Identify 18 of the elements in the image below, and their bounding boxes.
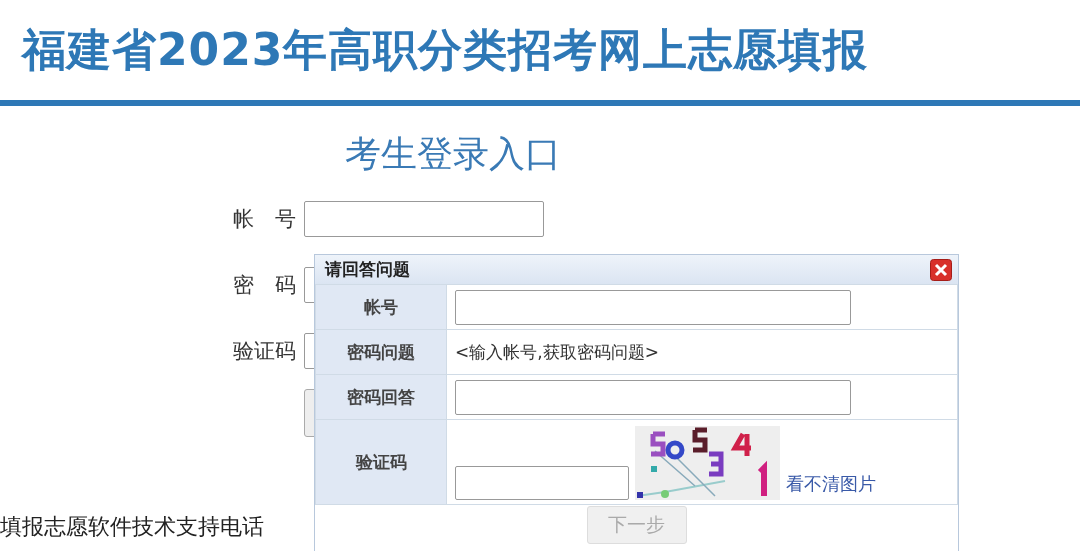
row-label: 密码问题	[315, 329, 447, 375]
dialog-title: 请回答问题	[325, 258, 410, 281]
input-field[interactable]	[304, 201, 544, 237]
page-title: 福建省2023年高职分类招考网上志愿填报	[22, 22, 869, 77]
field-label: 密 码	[232, 272, 297, 299]
input-field[interactable]	[455, 379, 851, 415]
field-label: 验证码	[232, 338, 297, 365]
refresh-captcha-link[interactable]: 看不清图片	[786, 472, 876, 496]
login-heading: 考生登录入口	[345, 132, 562, 176]
support-phone-label: 填报志愿软件技术支持电话	[0, 513, 264, 541]
password-question-text: <输入帐号,获取密码问题>	[455, 341, 659, 362]
close-icon[interactable]	[930, 258, 952, 281]
input-field[interactable]	[455, 289, 851, 325]
captcha-input[interactable]	[455, 466, 629, 500]
row-label: 帐号	[315, 284, 447, 330]
row-label: 验证码	[315, 419, 447, 505]
row-label: 密码回答	[315, 374, 447, 420]
field-label: 帐 号	[232, 206, 297, 233]
